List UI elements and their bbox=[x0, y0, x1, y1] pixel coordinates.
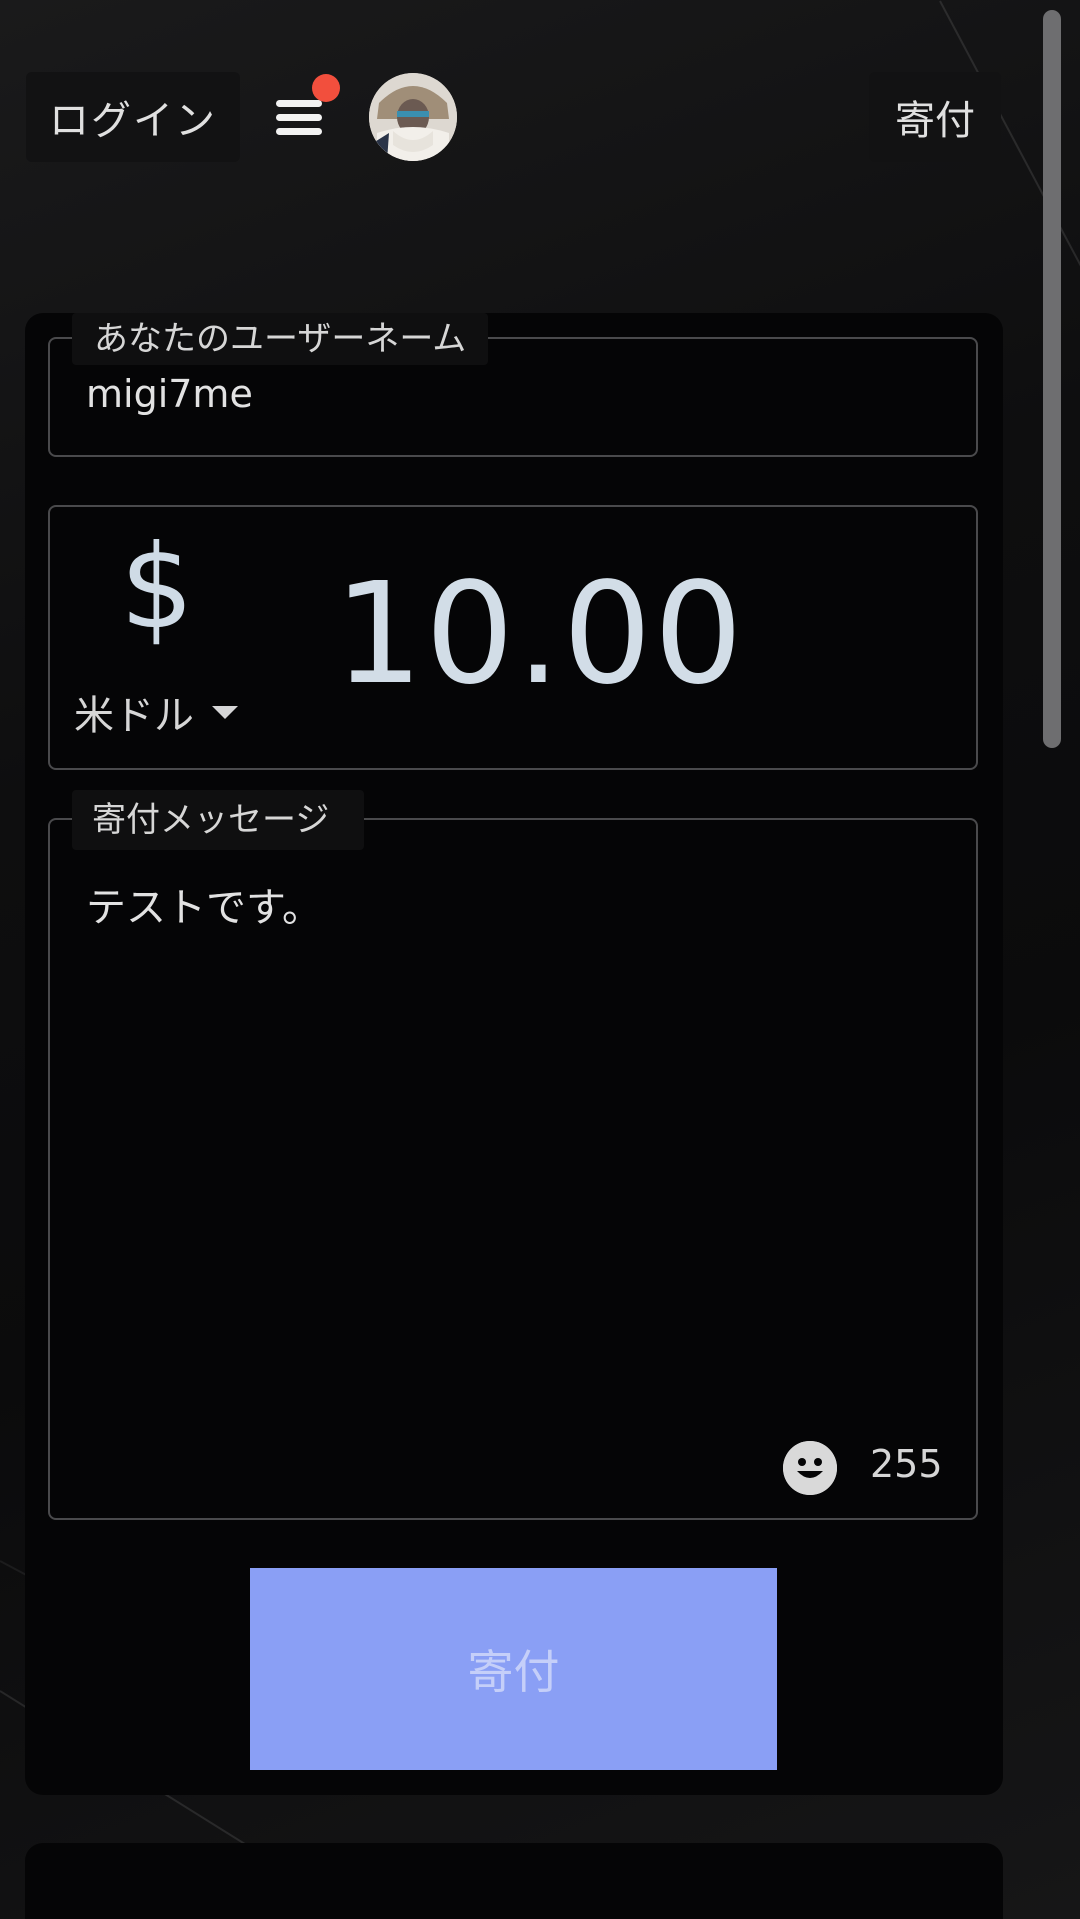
currency-label: 米ドル bbox=[74, 693, 194, 739]
avatar[interactable] bbox=[369, 73, 457, 161]
amount-input[interactable]: 10.00 bbox=[334, 565, 745, 705]
smiley-icon-graphic bbox=[783, 1441, 837, 1495]
donate-header-button[interactable]: 寄付 bbox=[869, 72, 1001, 162]
menu-button[interactable] bbox=[270, 74, 340, 148]
message-label: 寄付メッセージ bbox=[72, 790, 364, 850]
scrollbar-thumb[interactable] bbox=[1043, 10, 1061, 748]
avatar-image bbox=[369, 73, 457, 161]
login-button[interactable]: ログイン bbox=[26, 72, 240, 162]
caret-down-icon bbox=[212, 705, 238, 719]
secondary-card bbox=[25, 1843, 1003, 1919]
smiley-icon[interactable] bbox=[783, 1441, 837, 1495]
char-counter: 255 bbox=[870, 1442, 943, 1486]
menu-icon-bar bbox=[276, 100, 322, 107]
message-input[interactable]: テストです。 bbox=[86, 875, 322, 933]
username-input[interactable]: migi7me bbox=[86, 372, 253, 416]
currency-symbol: $ bbox=[120, 520, 194, 655]
page: ログイン 寄付 あなたのユーザーネーム migi7me $ 米ドル 10.00 … bbox=[0, 0, 1080, 1919]
notification-dot bbox=[312, 74, 340, 102]
menu-icon-bar bbox=[276, 114, 322, 121]
username-label: あなたのユーザーネーム bbox=[72, 313, 489, 365]
currency-select[interactable]: 米ドル bbox=[74, 683, 238, 741]
menu-icon-bar bbox=[276, 128, 322, 135]
donate-submit-button[interactable]: 寄付 bbox=[250, 1568, 777, 1770]
